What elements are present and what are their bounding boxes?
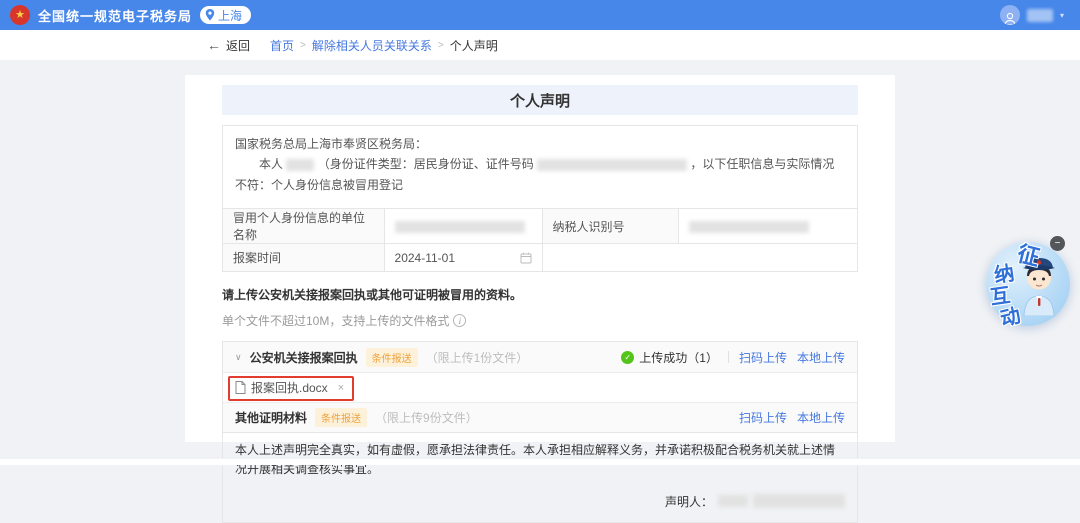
id-number-redacted bbox=[537, 159, 687, 171]
name-redacted bbox=[286, 159, 314, 171]
recipient-line: 国家税务总局上海市奉贤区税务局： bbox=[235, 134, 845, 154]
upload-box: ∨ 公安机关接报案回执 条件报送 （限上传1份文件） ✓ 上传成功（1） 扫码上… bbox=[222, 341, 858, 433]
app-title: 全国统一规范电子税务局 bbox=[38, 6, 192, 25]
signer-line: 声明人： bbox=[235, 493, 845, 510]
statement-part2: （身份证件类型：居民身份证、证件号码 bbox=[318, 157, 534, 171]
statement-part1: 本人 bbox=[259, 157, 283, 171]
divider bbox=[728, 351, 729, 363]
app-header: ★ 全国统一规范电子税务局 上海 ▾ bbox=[0, 0, 1080, 30]
declaration-card: 个人声明 国家税务总局上海市奉贤区税务局： 本人 （身份证件类型：居民身份证、证… bbox=[185, 75, 895, 442]
breadcrumb-home[interactable]: 首页 bbox=[270, 37, 294, 54]
table-row: 冒用个人身份信息的单位名称 纳税人识别号 bbox=[223, 209, 858, 244]
report-date-value-cell[interactable]: 2024-11-01 bbox=[384, 244, 542, 272]
upload-note: 单个文件不超过10M，支持上传的文件格式 i bbox=[222, 312, 858, 329]
taxid-value-cell bbox=[679, 209, 858, 244]
company-label-cell: 冒用个人身份信息的单位名称 bbox=[223, 209, 385, 244]
signer-label: 声明人： bbox=[665, 493, 713, 510]
section-name: 其他证明材料 bbox=[235, 409, 307, 426]
upload-section-police-receipt: ∨ 公安机关接报案回执 条件报送 （限上传1份文件） ✓ 上传成功（1） 扫码上… bbox=[223, 342, 857, 372]
uploaded-file-row: 报案回执.docx × bbox=[223, 372, 857, 402]
back-arrow-icon: ← bbox=[207, 37, 221, 53]
info-icon[interactable]: i bbox=[453, 314, 466, 327]
back-label: 返回 bbox=[226, 37, 250, 54]
report-date-label-cell: 报案时间 bbox=[223, 244, 385, 272]
person-icon bbox=[1003, 12, 1017, 25]
upload-limit: （限上传9份文件） bbox=[375, 409, 478, 426]
breadcrumb-separator: > bbox=[438, 40, 444, 51]
company-name-redacted bbox=[395, 221, 525, 233]
breadcrumb: 首页 > 解除相关人员关联关系 > 个人声明 bbox=[270, 37, 498, 54]
upload-status: ✓ 上传成功（1） bbox=[621, 349, 718, 366]
local-upload-button[interactable]: 本地上传 bbox=[797, 349, 845, 366]
local-upload-button[interactable]: 本地上传 bbox=[797, 409, 845, 426]
bottom-edge bbox=[0, 459, 1080, 465]
scan-upload-button[interactable]: 扫码上传 bbox=[739, 409, 787, 426]
breadcrumb-parent[interactable]: 解除相关人员关联关系 bbox=[312, 37, 432, 54]
user-avatar-icon[interactable] bbox=[1000, 5, 1020, 25]
user-area[interactable]: ▾ bbox=[1000, 5, 1064, 25]
uploaded-file-chip[interactable]: 报案回执.docx × bbox=[235, 379, 344, 396]
upload-status-text: 上传成功（1） bbox=[639, 349, 718, 366]
section-name: 公安机关接报案回执 bbox=[250, 349, 358, 366]
empty-cell bbox=[542, 244, 858, 272]
national-emblem-icon: ★ bbox=[10, 5, 30, 25]
location-pin-icon bbox=[205, 9, 215, 21]
remove-file-icon[interactable]: × bbox=[338, 382, 344, 394]
user-name-redacted[interactable] bbox=[1027, 9, 1053, 22]
statement-box: 国家税务总局上海市奉贤区税务局： 本人 （身份证件类型：居民身份证、证件号码 ，… bbox=[222, 125, 858, 208]
location-label: 上海 bbox=[218, 7, 242, 24]
upload-note-text: 单个文件不超过10M，支持上传的文件格式 bbox=[222, 312, 449, 329]
file-icon bbox=[235, 381, 246, 394]
chevron-down-icon[interactable]: ∨ bbox=[235, 352, 242, 363]
conditional-badge: 条件报送 bbox=[315, 408, 367, 427]
breadcrumb-bar: ← 返回 首页 > 解除相关人员关联关系 > 个人声明 bbox=[0, 30, 1080, 60]
company-value-cell bbox=[384, 209, 542, 244]
scan-upload-button[interactable]: 扫码上传 bbox=[739, 349, 787, 366]
user-menu-chevron-icon[interactable]: ▾ bbox=[1060, 11, 1064, 20]
taxid-redacted bbox=[689, 221, 809, 233]
info-table: 冒用个人身份信息的单位名称 纳税人识别号 报案时间 2024-11-01 bbox=[222, 208, 858, 272]
taxid-label-cell: 纳税人识别号 bbox=[542, 209, 679, 244]
statement-line: 本人 （身份证件类型：居民身份证、证件号码 ，以下任职信息与实际情况不符：个人身… bbox=[235, 154, 845, 195]
file-name[interactable]: 报案回执.docx bbox=[251, 379, 328, 396]
breadcrumb-current: 个人声明 bbox=[450, 37, 498, 54]
interaction-widget[interactable]: 征 纳 互 动 − bbox=[982, 236, 1080, 330]
conditional-badge: 条件报送 bbox=[366, 348, 418, 367]
back-button[interactable]: ← 返回 bbox=[207, 37, 250, 54]
commitment-box: 本人上述声明完全真实，如有虚假，愿承担法律责任。本人承担相应解释义务，并承诺积极… bbox=[222, 433, 858, 522]
brand-area: ★ 全国统一规范电子税务局 上海 bbox=[10, 5, 251, 25]
calendar-icon[interactable] bbox=[520, 252, 532, 264]
upload-limit: （限上传1份文件） bbox=[426, 349, 529, 366]
page-title: 个人声明 bbox=[222, 85, 858, 115]
table-row: 报案时间 2024-11-01 bbox=[223, 244, 858, 272]
success-check-icon: ✓ bbox=[621, 351, 634, 364]
signer-signature-redacted bbox=[753, 494, 845, 508]
report-date-value[interactable]: 2024-11-01 bbox=[395, 251, 456, 265]
location-selector[interactable]: 上海 bbox=[200, 6, 251, 24]
breadcrumb-separator: > bbox=[300, 40, 306, 51]
minimize-widget-button[interactable]: − bbox=[1050, 236, 1065, 251]
signer-name-redacted bbox=[718, 495, 748, 507]
upload-section-other-materials: 其他证明材料 条件报送 （限上传9份文件） 扫码上传 本地上传 bbox=[223, 402, 857, 432]
upload-instruction: 请上传公安机关接报案回执或其他可证明被冒用的资料。 bbox=[222, 286, 858, 303]
